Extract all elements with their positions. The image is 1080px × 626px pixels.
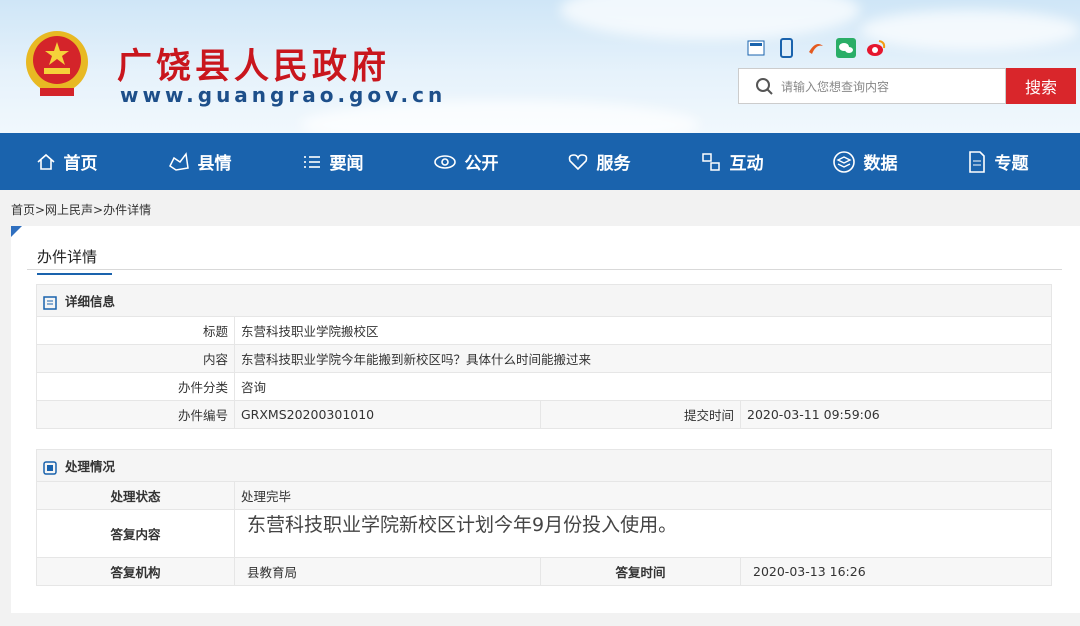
status-value: 处理完毕: [234, 481, 1052, 510]
eye-icon: [433, 154, 456, 169]
national-emblem-icon: [26, 31, 88, 96]
search-placeholder: 请输入您想查询内容: [781, 79, 890, 94]
main-nav: 首页 县情 要闻 公开 服务 互动 数据 专题: [0, 133, 1080, 190]
data-icon: [832, 150, 855, 173]
category-label: 办件分类: [36, 372, 235, 401]
reply-content: 东营科技职业学院新校区计划今年9月份投入使用。: [234, 509, 1052, 558]
interact-icon: [701, 152, 720, 171]
search-button[interactable]: 搜索: [1006, 68, 1076, 104]
submit-time-value: 2020-03-11 09:59:06: [740, 400, 1052, 429]
newspaper-icon[interactable]: [746, 38, 766, 58]
map-icon: [168, 151, 189, 171]
number-value: GRXMS20200301010: [234, 400, 541, 429]
heart-icon: [568, 153, 587, 170]
process-table: 处理情况 处理状态 处理完毕 答复内容 东营科技职业学院新校区计划今年9月份投入使用…: [36, 449, 1052, 586]
site-title: 广饶县人民政府: [117, 47, 391, 87]
app-icon[interactable]: [806, 38, 826, 58]
nav-item-open[interactable]: 公开: [399, 133, 532, 190]
site-url: www.guangrao.gov.cn: [120, 83, 447, 107]
divider: [27, 269, 1062, 270]
nav-item-interact[interactable]: 互动: [665, 133, 798, 190]
nav-item-news[interactable]: 要闻: [266, 133, 399, 190]
submit-time-label: 提交时间: [540, 400, 741, 429]
info-list-icon: [43, 295, 57, 310]
detail-panel: 办件详情 详细信息 标题 东营科技职业学院搬校区 内容 东营科技职业学院今年能搬到新…: [11, 226, 1080, 613]
nav-item-home[interactable]: 首页: [0, 133, 133, 190]
corner-marker: [11, 226, 22, 237]
wechat-icon[interactable]: [836, 38, 856, 58]
reply-time-value: 2020-03-13 16:26: [740, 557, 1052, 586]
weibo-icon[interactable]: [866, 38, 886, 58]
nav-item-special[interactable]: 专题: [931, 133, 1064, 190]
reply-time-label: 答复时间: [540, 557, 741, 586]
breadcrumb[interactable]: 首页>网上民声>办件详情: [11, 201, 151, 218]
document-icon: [968, 150, 985, 173]
process-icon: [43, 460, 57, 475]
detail-heading: 详细信息: [65, 294, 116, 309]
home-icon: [36, 153, 55, 170]
reply-label: 答复内容: [36, 509, 235, 558]
nav-item-data[interactable]: 数据: [798, 133, 931, 190]
social-links: [746, 38, 886, 58]
title-value: 东营科技职业学院搬校区: [234, 316, 1052, 345]
number-label: 办件编号: [36, 400, 235, 429]
nav-item-service[interactable]: 服务: [532, 133, 665, 190]
title-label: 标题: [36, 316, 235, 345]
nav-item-county[interactable]: 县情: [133, 133, 266, 190]
detail-table: 详细信息 标题 东营科技职业学院搬校区 内容 东营科技职业学院今年能搬到新校区吗？具…: [36, 284, 1052, 429]
site-header: 广饶县人民政府 www.guangrao.gov.cn 请输入您想查询内容 搜索: [0, 0, 1080, 133]
content-label: 内容: [36, 344, 235, 373]
org-label: 答复机构: [36, 557, 235, 586]
tab-detail[interactable]: 办件详情: [37, 246, 112, 275]
category-value: 咨询: [234, 372, 1052, 401]
process-heading: 处理情况: [65, 459, 116, 474]
mobile-icon[interactable]: [776, 38, 796, 58]
search-icon: [756, 78, 773, 95]
status-label: 处理状态: [36, 481, 235, 510]
search-input[interactable]: 请输入您想查询内容: [738, 68, 1006, 104]
org-value: 县教育局: [234, 557, 541, 586]
list-icon: [303, 155, 320, 168]
content-value: 东营科技职业学院今年能搬到新校区吗？具体什么时间能搬过来: [234, 344, 1052, 373]
